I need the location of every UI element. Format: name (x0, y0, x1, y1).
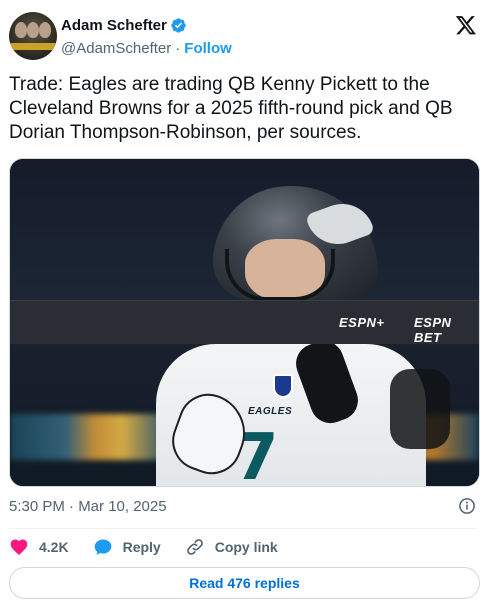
like-button[interactable]: 4.2K (9, 537, 69, 557)
info-icon[interactable] (458, 497, 476, 515)
divider (9, 528, 476, 529)
follow-button[interactable]: Follow (184, 40, 232, 57)
avatar[interactable] (9, 12, 57, 60)
action-bar: 4.2K Reply Copy link (9, 537, 302, 557)
copy-link-label: Copy link (214, 539, 278, 555)
author-handle-row: @AdamSchefter · Follow (61, 40, 232, 57)
espn-bet-logo: ESPN BET (414, 315, 452, 345)
broadcast-ribbon (10, 300, 479, 344)
tweet-header: Adam Schefter @AdamSchefter · Follow (9, 10, 479, 62)
reply-bubble-icon (94, 539, 111, 555)
author-name-row[interactable]: Adam Schefter (61, 17, 187, 34)
tweet-media-image[interactable]: EAGLES 7 ESPN+ ESPN BET (9, 158, 480, 487)
x-logo-icon[interactable] (455, 14, 477, 36)
jersey-text: EAGLES (248, 406, 293, 417)
tweet-text: Trade: Eagles are trading QB Kenny Picke… (9, 74, 453, 143)
nfl-shield-icon (273, 374, 293, 398)
tweet-timestamp[interactable]: 5:30 PM · Mar 10, 2025 (9, 498, 167, 515)
author-handle[interactable]: @AdamSchefter (61, 40, 171, 57)
copy-link-button[interactable]: Copy link (185, 537, 278, 557)
verified-badge-icon (171, 18, 186, 33)
espn-plus-logo: ESPN+ (339, 315, 385, 330)
like-count: 4.2K (39, 539, 69, 555)
separator: · (175, 40, 181, 57)
link-icon (186, 539, 203, 555)
reply-button[interactable]: Reply (93, 537, 161, 557)
reply-label: Reply (122, 539, 161, 555)
heart-icon (10, 539, 28, 555)
read-replies-button[interactable]: Read 476 replies (9, 567, 480, 599)
author-name[interactable]: Adam Schefter (61, 17, 167, 34)
